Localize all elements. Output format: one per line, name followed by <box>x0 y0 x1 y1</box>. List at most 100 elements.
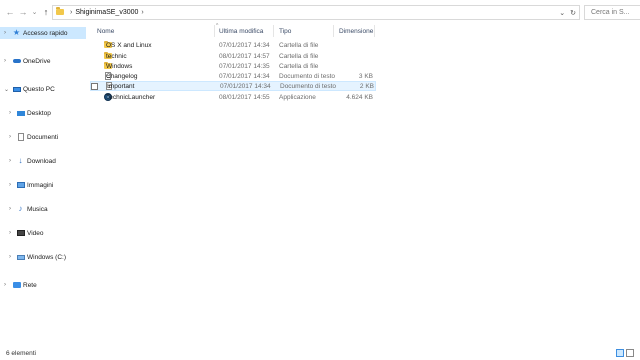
chevron-right-icon[interactable]: › <box>4 58 6 64</box>
nav-item-this-pc[interactable]: ⌄ Questo PC <box>0 83 86 95</box>
file-type: Cartella di file <box>279 52 319 60</box>
pictures-icon <box>16 181 25 190</box>
file-modified: 08/01/2017 14:57 <box>219 52 270 60</box>
chevron-right-icon[interactable]: › <box>9 254 11 260</box>
chevron-down-icon[interactable]: ⌄ <box>559 9 565 17</box>
chevron-right-icon[interactable]: › <box>4 30 6 36</box>
large-icons-view-icon[interactable] <box>626 349 634 357</box>
details-view-icon[interactable] <box>616 349 624 357</box>
nav-item-label: Rete <box>23 281 37 289</box>
search-placeholder: Cerca in S... <box>591 9 630 16</box>
navigation-pane: › ★ Accesso rapido › OneDrive ⌄ Questo P… <box>0 24 86 344</box>
folder-icon <box>56 7 64 17</box>
back-button[interactable]: ← <box>4 4 16 20</box>
address-toolbar: ← → ⌄ ↑ › ShiginimaSE_v3000 › ⌄ ↻ Cerca … <box>0 0 640 24</box>
nav-item-label: Documenti <box>27 133 59 141</box>
drive-icon <box>16 253 25 262</box>
file-explorer-window: ← → ⌄ ↑ › ShiginimaSE_v3000 › ⌄ ↻ Cerca … <box>0 0 640 360</box>
nav-item-label: Desktop <box>27 109 51 117</box>
file-modified: 07/01/2017 14:34 <box>219 72 270 80</box>
file-modified: 07/01/2017 14:35 <box>219 62 270 70</box>
video-icon <box>16 229 25 238</box>
row-select-checkbox[interactable] <box>91 82 98 90</box>
star-icon: ★ <box>12 28 21 37</box>
search-input[interactable]: Cerca in S... <box>584 5 640 20</box>
file-row-technic[interactable]: technic 08/01/2017 14:57 Cartella di fil… <box>90 51 376 61</box>
refresh-icon[interactable]: ↻ <box>570 9 576 17</box>
column-divider[interactable] <box>214 25 215 37</box>
chevron-right-icon[interactable]: › <box>9 110 11 116</box>
item-count: 6 elementi <box>6 350 36 357</box>
status-bar: 6 elementi <box>0 347 640 360</box>
chevron-right-icon[interactable]: › <box>9 134 11 140</box>
file-type: Cartella di file <box>279 62 319 70</box>
recent-locations-button[interactable]: ⌄ <box>30 4 39 20</box>
file-row-os-x-and-linux[interactable]: OS X and Linux 07/01/2017 14:34 Cartella… <box>90 40 376 50</box>
file-name: Windows <box>106 62 133 70</box>
file-row-windows[interactable]: Windows 07/01/2017 14:35 Cartella di fil… <box>90 61 376 71</box>
file-row-changelog[interactable]: Changelog 07/01/2017 14:34 Documento di … <box>90 71 376 81</box>
column-header-name[interactable]: Nome <box>97 26 114 36</box>
nav-item-onedrive[interactable]: › OneDrive <box>0 55 86 67</box>
network-icon <box>12 281 21 290</box>
nav-item-label: Musica <box>27 205 48 213</box>
breadcrumb-current-folder[interactable]: ShiginimaSE_v3000 <box>75 9 138 16</box>
file-modified: 07/01/2017 14:34 <box>219 41 270 49</box>
nav-item-pictures[interactable]: › Immagini <box>0 179 86 191</box>
column-header-type[interactable]: Tipo <box>279 26 291 36</box>
file-name: Changelog <box>106 72 138 80</box>
chevron-down-icon[interactable]: ⌄ <box>4 86 9 93</box>
file-type: Documento di testo <box>280 82 337 90</box>
file-list: ^ Nome Ultima modifica Tipo Dimensione O… <box>86 23 640 344</box>
breadcrumb-separator[interactable]: › <box>141 9 143 16</box>
file-size: 3 KB <box>358 72 373 80</box>
column-header-row: ^ Nome Ultima modifica Tipo Dimensione <box>86 23 640 37</box>
file-type: Cartella di file <box>279 41 319 49</box>
music-icon: ♪ <box>18 204 23 213</box>
download-icon: ↓ <box>18 156 23 165</box>
onedrive-icon <box>12 57 21 66</box>
file-row-important[interactable]: Important 07/01/2017 14:34 Documento di … <box>90 81 376 91</box>
file-name: OS X and Linux <box>106 41 152 49</box>
chevron-right-icon[interactable]: › <box>4 282 6 288</box>
breadcrumb-separator[interactable]: › <box>70 9 72 16</box>
nav-item-label: Accesso rapido <box>23 29 68 37</box>
chevron-right-icon[interactable]: › <box>9 206 11 212</box>
file-modified: 07/01/2017 14:34 <box>220 82 271 90</box>
chevron-right-icon[interactable]: › <box>9 158 11 164</box>
nav-item-label: Download <box>27 157 56 165</box>
column-divider[interactable] <box>273 25 274 37</box>
file-name: Important <box>107 82 135 90</box>
nav-item-label: OneDrive <box>23 57 51 65</box>
column-divider[interactable] <box>374 25 375 37</box>
forward-button[interactable]: → <box>17 4 29 20</box>
nav-item-label: Immagini <box>27 181 54 189</box>
nav-item-music[interactable]: › ♪ Musica <box>0 203 86 215</box>
file-type: Documento di testo <box>279 72 336 80</box>
column-divider[interactable] <box>333 25 334 37</box>
column-header-modified[interactable]: Ultima modifica <box>219 26 263 36</box>
nav-item-windows-drive[interactable]: › Windows (C:) <box>0 251 86 263</box>
nav-item-quick-access[interactable]: › ★ Accesso rapido <box>0 27 86 39</box>
address-bar[interactable]: › ShiginimaSE_v3000 › ⌄ ↻ <box>52 5 580 20</box>
nav-item-documents[interactable]: › Documenti <box>0 131 86 143</box>
file-row-technic-launcher[interactable]: TechnicLauncher 08/01/2017 14:55 Applica… <box>90 92 376 102</box>
chevron-right-icon[interactable]: › <box>9 182 11 188</box>
computer-icon <box>12 85 21 94</box>
nav-item-label: Windows (C:) <box>27 253 67 261</box>
up-button[interactable]: ↑ <box>40 4 52 20</box>
nav-item-label: Questo PC <box>23 85 55 93</box>
column-header-size[interactable]: Dimensione <box>339 26 373 36</box>
nav-item-desktop[interactable]: › Desktop <box>0 107 86 119</box>
desktop-icon <box>16 109 25 118</box>
file-modified: 08/01/2017 14:55 <box>219 93 270 101</box>
nav-item-downloads[interactable]: › ↓ Download <box>0 155 86 167</box>
chevron-right-icon[interactable]: › <box>9 230 11 236</box>
documents-icon <box>16 133 25 142</box>
nav-item-video[interactable]: › Video <box>0 227 86 239</box>
file-size: 4.624 KB <box>346 93 373 101</box>
file-name: TechnicLauncher <box>106 93 156 101</box>
sort-arrow-icon: ^ <box>216 23 219 29</box>
file-name: technic <box>106 52 127 60</box>
nav-item-network[interactable]: › Rete <box>0 279 86 291</box>
